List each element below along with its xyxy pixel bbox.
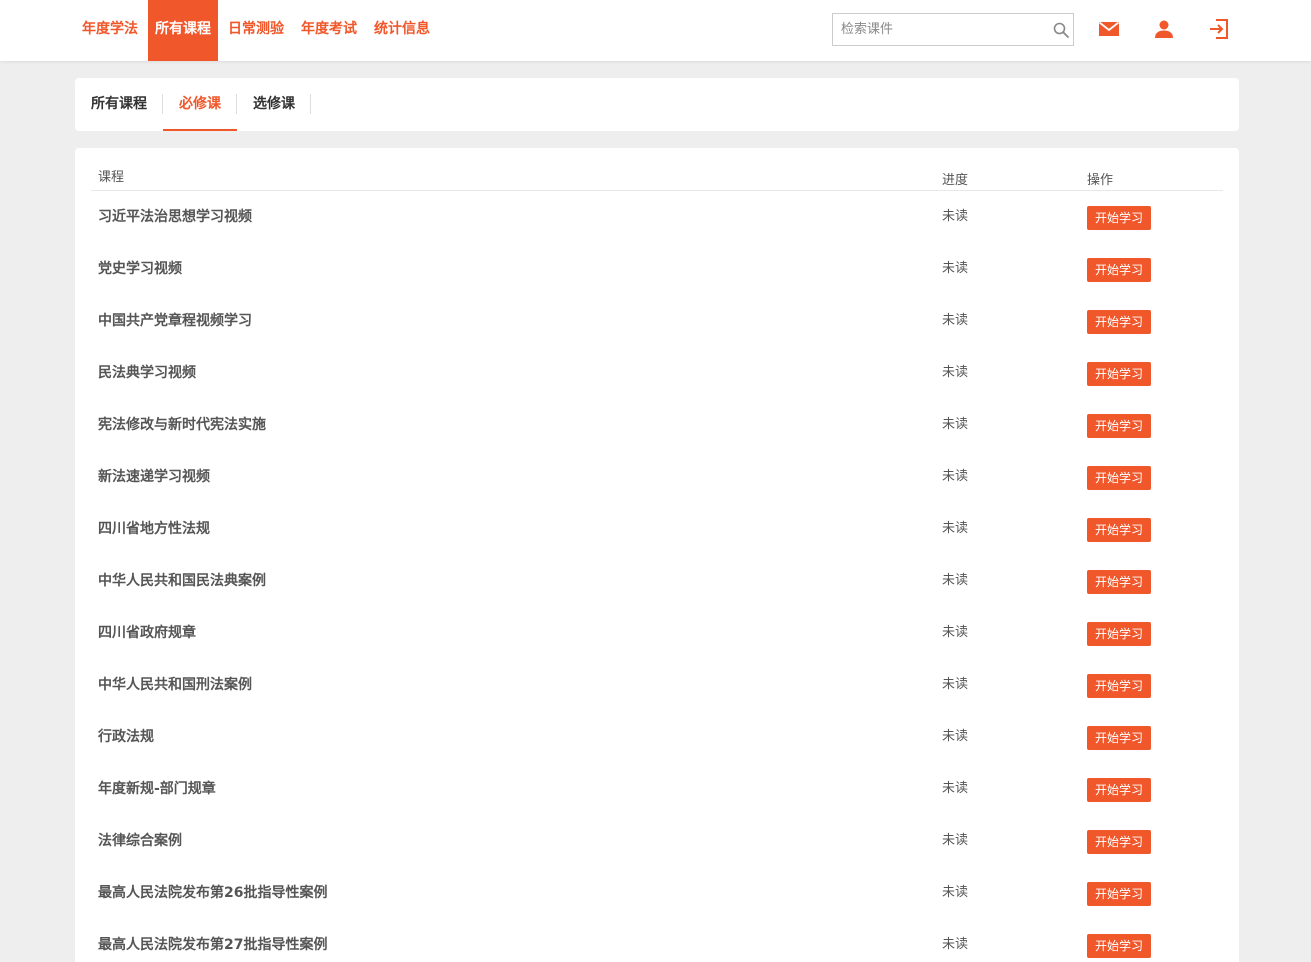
course-name: 最高人民法院发布第27批指导性案例 — [98, 937, 328, 953]
course-name: 四川省政府规章 — [98, 625, 196, 641]
top-navbar: 年度学法 所有课程 日常测验 年度考试 统计信息 — [0, 0, 1311, 61]
table-row: 法律综合案例 未读 开始学习 — [91, 815, 1223, 867]
start-study-button[interactable]: 开始学习 — [1087, 726, 1151, 750]
tab-required[interactable]: 必修课 — [163, 78, 237, 131]
table-row: 四川省政府规章 未读 开始学习 — [91, 607, 1223, 659]
nav-all-courses[interactable]: 所有课程 — [148, 0, 218, 61]
table-row: 最高人民法院发布第26批指导性案例 未读 开始学习 — [91, 867, 1223, 919]
active-tab-underline — [163, 129, 237, 131]
user-icon[interactable] — [1152, 17, 1176, 41]
start-study-button[interactable]: 开始学习 — [1087, 258, 1151, 282]
search-input[interactable] — [833, 14, 1043, 45]
main-nav: 年度学法 所有课程 日常测验 年度考试 统计信息 — [75, 0, 437, 61]
table-row: 行政法规 未读 开始学习 — [91, 711, 1223, 763]
progress-status: 未读 — [942, 885, 969, 900]
search-box — [832, 13, 1074, 46]
progress-status: 未读 — [942, 417, 969, 432]
tab-list: 所有课程 必修课 选修课 — [75, 78, 311, 131]
table-row: 新法速递学习视频 未读 开始学习 — [91, 451, 1223, 503]
start-study-button[interactable]: 开始学习 — [1087, 206, 1151, 230]
column-header-action: 操作 — [1087, 173, 1114, 188]
course-type-tabs: 所有课程 必修课 选修课 — [75, 78, 1239, 131]
course-name: 四川省地方性法规 — [98, 521, 210, 537]
column-header-progress: 进度 — [942, 173, 969, 188]
course-name: 中国共产党章程视频学习 — [98, 313, 252, 329]
tab-label: 所有课程 — [91, 96, 147, 112]
course-table: 课程 进度 操作 习近平法治思想学习视频 未读 开始学习 党史学习视频 未读 开始学习 中国… — [75, 148, 1239, 962]
tab-elective[interactable]: 选修课 — [237, 78, 311, 131]
course-name: 宪法修改与新时代宪法实施 — [98, 417, 266, 433]
start-study-button[interactable]: 开始学习 — [1087, 310, 1151, 334]
start-study-button[interactable]: 开始学习 — [1087, 362, 1151, 386]
course-name: 习近平法治思想学习视频 — [98, 209, 252, 225]
course-name: 中华人民共和国民法典案例 — [98, 573, 266, 589]
start-study-button[interactable]: 开始学习 — [1087, 466, 1151, 490]
course-name: 中华人民共和国刑法案例 — [98, 677, 252, 693]
course-name: 新法速递学习视频 — [98, 469, 210, 485]
course-name: 行政法规 — [98, 729, 154, 745]
table-header: 课程 进度 操作 — [91, 148, 1223, 191]
tab-label: 必修课 — [179, 96, 221, 112]
search-icon[interactable] — [1052, 21, 1070, 39]
start-study-button[interactable]: 开始学习 — [1087, 622, 1151, 646]
column-header-course: 课程 — [98, 170, 125, 185]
progress-status: 未读 — [942, 521, 969, 536]
course-name: 党史学习视频 — [98, 261, 182, 277]
course-name: 民法典学习视频 — [98, 365, 196, 381]
start-study-button[interactable]: 开始学习 — [1087, 778, 1151, 802]
table-row: 四川省地方性法规 未读 开始学习 — [91, 503, 1223, 555]
progress-status: 未读 — [942, 365, 969, 380]
tab-all-courses[interactable]: 所有课程 — [75, 78, 163, 131]
start-study-button[interactable]: 开始学习 — [1087, 830, 1151, 854]
table-row: 民法典学习视频 未读 开始学习 — [91, 347, 1223, 399]
table-row: 最高人民法院发布第27批指导性案例 未读 开始学习 — [91, 919, 1223, 962]
course-name: 最高人民法院发布第26批指导性案例 — [98, 885, 328, 901]
nav-annual-study[interactable]: 年度学法 — [75, 0, 145, 61]
nav-daily-quiz[interactable]: 日常测验 — [221, 0, 291, 61]
table-row: 宪法修改与新时代宪法实施 未读 开始学习 — [91, 399, 1223, 451]
table-row: 中华人民共和国刑法案例 未读 开始学习 — [91, 659, 1223, 711]
start-study-button[interactable]: 开始学习 — [1087, 674, 1151, 698]
progress-status: 未读 — [942, 781, 969, 796]
progress-status: 未读 — [942, 313, 969, 328]
start-study-button[interactable]: 开始学习 — [1087, 570, 1151, 594]
progress-status: 未读 — [942, 573, 969, 588]
table-row: 中华人民共和国民法典案例 未读 开始学习 — [91, 555, 1223, 607]
nav-annual-exam[interactable]: 年度考试 — [294, 0, 364, 61]
start-study-button[interactable]: 开始学习 — [1087, 882, 1151, 906]
tab-label: 选修课 — [253, 96, 295, 112]
start-study-button[interactable]: 开始学习 — [1087, 934, 1151, 958]
progress-status: 未读 — [942, 729, 969, 744]
start-study-button[interactable]: 开始学习 — [1087, 414, 1151, 438]
progress-status: 未读 — [942, 833, 969, 848]
logout-icon[interactable] — [1207, 17, 1231, 41]
progress-status: 未读 — [942, 261, 969, 276]
progress-status: 未读 — [942, 469, 969, 484]
progress-status: 未读 — [942, 209, 969, 224]
course-name: 年度新规-部门规章 — [98, 781, 216, 797]
mail-icon[interactable] — [1097, 17, 1121, 41]
progress-status: 未读 — [942, 677, 969, 692]
nav-statistics[interactable]: 统计信息 — [367, 0, 437, 61]
table-row: 党史学习视频 未读 开始学习 — [91, 243, 1223, 295]
table-row: 年度新规-部门规章 未读 开始学习 — [91, 763, 1223, 815]
progress-status: 未读 — [942, 937, 969, 952]
start-study-button[interactable]: 开始学习 — [1087, 518, 1151, 542]
course-name: 法律综合案例 — [98, 833, 182, 849]
table-row: 习近平法治思想学习视频 未读 开始学习 — [91, 191, 1223, 243]
progress-status: 未读 — [942, 625, 969, 640]
table-row: 中国共产党章程视频学习 未读 开始学习 — [91, 295, 1223, 347]
